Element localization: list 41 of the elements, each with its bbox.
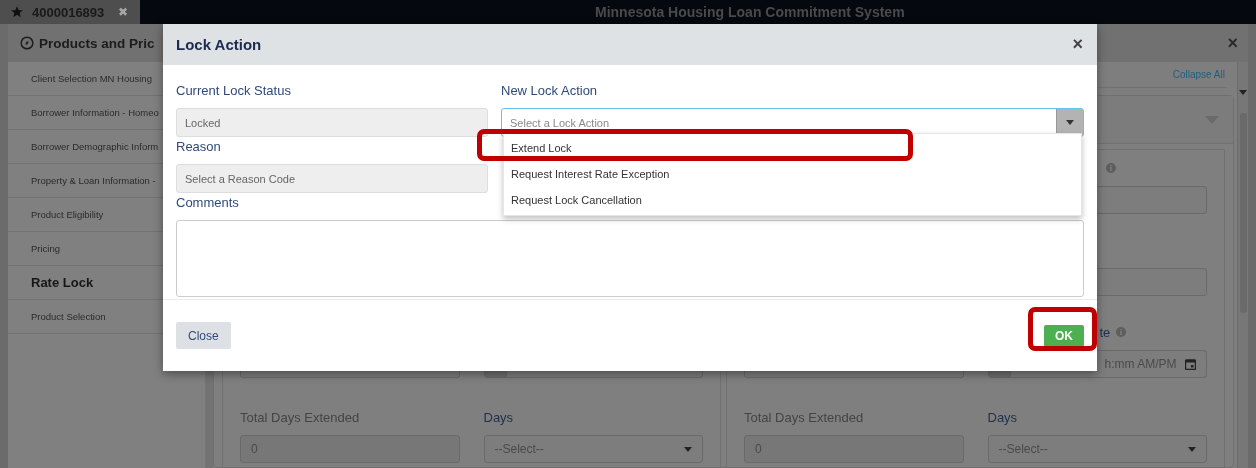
field-label: Total Days Extended [744,409,864,425]
dialog-title: Lock Action [176,36,262,53]
sidebar-item[interactable]: Property & Loan Information - [31,175,156,186]
field-label: Days [987,409,1018,425]
compass-icon [20,36,34,50]
scrollbar[interactable] [1237,62,1248,468]
comments-field[interactable] [176,220,1084,297]
field-label: Total Days Extended [240,409,360,425]
dropdown-option[interactable]: Request Interest Rate Exception [511,168,670,180]
field-label: New Lock Action [501,83,598,100]
close-icon[interactable]: × [1072,34,1083,55]
caret-icon [1188,446,1196,452]
field-label: Comments [176,195,239,212]
close-button[interactable]: Close [176,322,231,349]
ok-button[interactable]: OK [1044,324,1084,347]
sidebar-item[interactable]: Borrower Demographic Inform [31,141,159,152]
caret-icon [1239,90,1247,95]
sidebar-item[interactable]: Pricing [31,243,61,254]
sidebar-item[interactable]: Rate Lock [31,275,94,290]
sidebar-item[interactable]: Product Eligibility [31,209,104,220]
info-icon [1116,327,1127,337]
sidebar-item[interactable]: Client Selection MN Housing [31,73,152,84]
close-icon[interactable]: ✖ [118,5,129,19]
info-icon [1105,163,1116,173]
calendar-icon [1185,358,1196,370]
reason-field[interactable]: Select a Reason Code [176,164,488,193]
caret-icon [1066,120,1074,125]
dropdown-option[interactable]: Extend Lock [511,142,572,154]
panel-title: Products and Pric [39,35,155,51]
status-field[interactable]: Locked [176,108,488,137]
app-title: Minnesota Housing Loan Commitment System [595,4,905,20]
star-icon [10,5,24,19]
sidebar-item[interactable]: Product Selection [31,311,106,322]
field-label: Days [483,409,514,425]
caret-icon [684,446,692,452]
close-icon[interactable]: × [1227,32,1238,54]
field-label: te [1099,324,1111,340]
dropdown-option[interactable]: Request Lock Cancellation [511,194,642,206]
field-label: Reason [176,139,221,156]
field-label: Current Lock Status [176,83,291,100]
sidebar-item[interactable]: Borrower Information - Homeo [31,107,159,118]
